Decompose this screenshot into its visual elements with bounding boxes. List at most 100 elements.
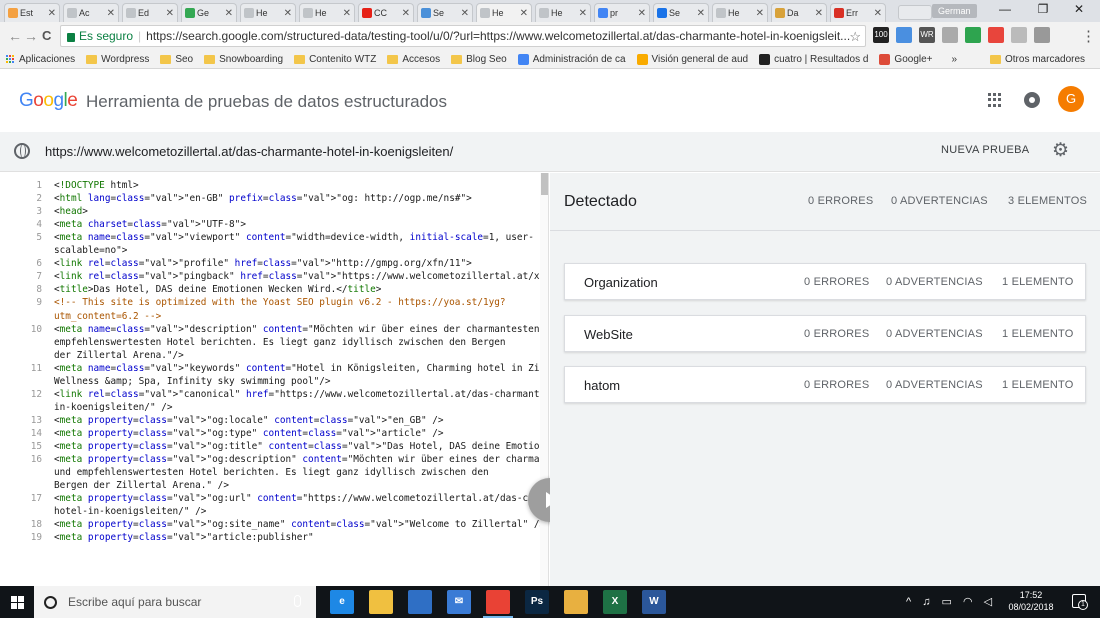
close-icon[interactable]: ✕ [284, 8, 292, 19]
close-icon[interactable]: ✕ [225, 8, 233, 19]
back-icon[interactable]: ← [8, 28, 22, 44]
close-icon[interactable]: ✕ [166, 8, 174, 19]
browser-tab[interactable]: Se ✕ [653, 3, 709, 22]
bookmark-overflow-button[interactable]: » [952, 54, 958, 65]
browser-tab[interactable]: Se ✕ [417, 3, 473, 22]
address-bar[interactable]: Es seguro | https://search.google.com/st… [60, 25, 866, 47]
result-card-hatom[interactable]: hatom 0 ERRORES 0 ADVERTENCIAS 1 ELEMENTO [564, 366, 1086, 403]
notifications-icon[interactable] [1024, 92, 1040, 108]
close-icon[interactable]: ✕ [461, 8, 469, 19]
excel-icon[interactable]: X [603, 590, 627, 614]
apps-grid-icon[interactable] [988, 93, 1002, 107]
new-tab-button[interactable] [898, 5, 932, 20]
error-icon [834, 8, 844, 18]
windows-start-icon[interactable] [11, 596, 25, 609]
close-icon[interactable]: ✕ [343, 8, 351, 19]
chrome-menu-icon[interactable]: ⋮ [1081, 27, 1096, 45]
document-icon [716, 8, 726, 18]
microphone-icon[interactable] [294, 595, 301, 607]
close-icon[interactable]: ✕ [48, 8, 56, 19]
restore-button[interactable]: ❐ [1028, 2, 1058, 16]
tested-url[interactable]: https://www.welcometozillertal.at/das-ch… [45, 144, 453, 159]
browser-tab[interactable]: pr ✕ [594, 3, 650, 22]
minimize-button[interactable]: — [990, 2, 1020, 16]
gear-icon[interactable]: ⚙ [1052, 141, 1069, 161]
bookmark-label: Administración de ca [532, 53, 626, 65]
google-icon [598, 8, 608, 18]
browser-tab[interactable]: He ✕ [712, 3, 768, 22]
bookmark-item[interactable]: Google+ [879, 53, 933, 65]
photoshop-icon[interactable]: Ps [525, 590, 549, 614]
ext-settings-icon[interactable] [1034, 27, 1050, 43]
bookmark-item[interactable]: cuatro | Resultados d [759, 53, 868, 65]
bookmark-item[interactable]: Blog Seo [451, 54, 507, 65]
bookmark-other[interactable]: Otros marcadores [990, 54, 1085, 65]
bookmark-item[interactable]: Accesos [387, 54, 440, 65]
ext-puzzle-icon[interactable] [942, 27, 958, 43]
browser-tab[interactable]: Ac ✕ [63, 3, 119, 22]
ext-color-picker-icon[interactable] [988, 27, 1004, 43]
result-elements: 1 ELEMENTO [1002, 276, 1074, 288]
ext-wr-icon[interactable]: WR [919, 27, 935, 43]
youtube-icon [362, 8, 372, 18]
ext-pdf-icon[interactable] [1011, 27, 1027, 43]
close-icon[interactable]: ✕ [402, 8, 410, 19]
folder-icon[interactable] [564, 590, 588, 614]
code-text: <meta property=class="val">"og:locale" c… [54, 414, 444, 426]
avatar[interactable]: G [1058, 86, 1084, 112]
bookmark-item[interactable]: Administración de ca [517, 53, 626, 65]
summary-warnings: 0 ADVERTENCIAS [891, 195, 988, 207]
store-icon[interactable] [408, 590, 432, 614]
clock[interactable]: 17:52 08/02/2018 [1006, 589, 1056, 613]
close-icon[interactable]: ✕ [107, 8, 115, 19]
bookmark-apps[interactable]: Aplicaciones [6, 54, 75, 65]
code-editor[interactable]: 1 <!DOCTYPE html> 2 <html lang=class="val">… [0, 173, 549, 586]
forward-icon[interactable]: → [24, 28, 38, 44]
browser-tab[interactable]: He ✕ [535, 3, 591, 22]
new-test-button[interactable]: NUEVA PRUEBA [941, 144, 1029, 156]
close-window-button[interactable]: ✕ [1064, 2, 1094, 16]
close-icon[interactable]: ✕ [874, 8, 882, 19]
browser-tab[interactable]: He ✕ [476, 3, 532, 22]
editor-scrollbar-thumb[interactable] [541, 173, 548, 195]
code-text: <meta name=class="val">"description" con… [54, 323, 549, 335]
browser-tab[interactable]: He ✕ [240, 3, 296, 22]
mail-icon[interactable]: ✉ [447, 590, 471, 614]
reload-icon[interactable]: C [42, 28, 51, 43]
taskbar-search-box[interactable]: Escribe aquí para buscar [34, 586, 316, 618]
chrome-icon[interactable] [486, 590, 510, 614]
word-icon[interactable]: W [642, 590, 666, 614]
close-icon[interactable]: ✕ [579, 8, 587, 19]
google-logo[interactable]: Google [19, 90, 78, 112]
close-icon[interactable]: ✕ [520, 8, 528, 19]
code-text: <meta charset=class="val">"UTF-8"> [54, 219, 246, 231]
bookmark-item[interactable]: Snowboarding [204, 54, 283, 65]
browser-tab[interactable]: Da ✕ [771, 3, 827, 22]
profile-name-badge[interactable]: German [932, 4, 977, 18]
bookmark-item[interactable]: Contenito WTZ [294, 54, 376, 65]
bookmark-item[interactable]: Seo [160, 54, 193, 65]
result-card-organization[interactable]: Organization 0 ERRORES 0 ADVERTENCIAS 1 ELE… [564, 263, 1086, 300]
editor-scrollbar[interactable] [540, 173, 548, 586]
browser-tab[interactable]: Est ✕ [4, 3, 60, 22]
close-icon[interactable]: ✕ [815, 8, 823, 19]
ext-translate-icon[interactable] [896, 27, 912, 43]
bookmark-item[interactable]: Wordpress [86, 54, 149, 65]
bookmark-item[interactable]: Visión general de aud [636, 53, 748, 65]
browser-tab[interactable]: He ✕ [299, 3, 355, 22]
edge-icon[interactable]: e [330, 590, 354, 614]
result-card-website[interactable]: WebSite 0 ERRORES 0 ADVERTENCIAS 1 ELEMENTO [564, 314, 1086, 352]
star-icon[interactable]: ☆ [849, 29, 861, 45]
browser-tab[interactable]: CC ✕ [358, 3, 414, 22]
browser-tab[interactable]: Ge ✕ [181, 3, 237, 22]
close-icon[interactable]: ✕ [756, 8, 764, 19]
result-elements: 1 ELEMENTO [1002, 379, 1074, 391]
file-explorer-icon[interactable] [369, 590, 393, 614]
close-icon[interactable]: ✕ [638, 8, 646, 19]
close-icon[interactable]: ✕ [697, 8, 705, 19]
system-tray[interactable]: ^ ♫ ▭ ◠ ◁ [906, 595, 996, 608]
ext-green-circle-icon[interactable] [965, 27, 981, 43]
ext-100-icon[interactable]: 100 [873, 27, 889, 43]
browser-tab[interactable]: Ed ✕ [122, 3, 178, 22]
browser-tab[interactable]: Err ✕ [830, 3, 886, 22]
